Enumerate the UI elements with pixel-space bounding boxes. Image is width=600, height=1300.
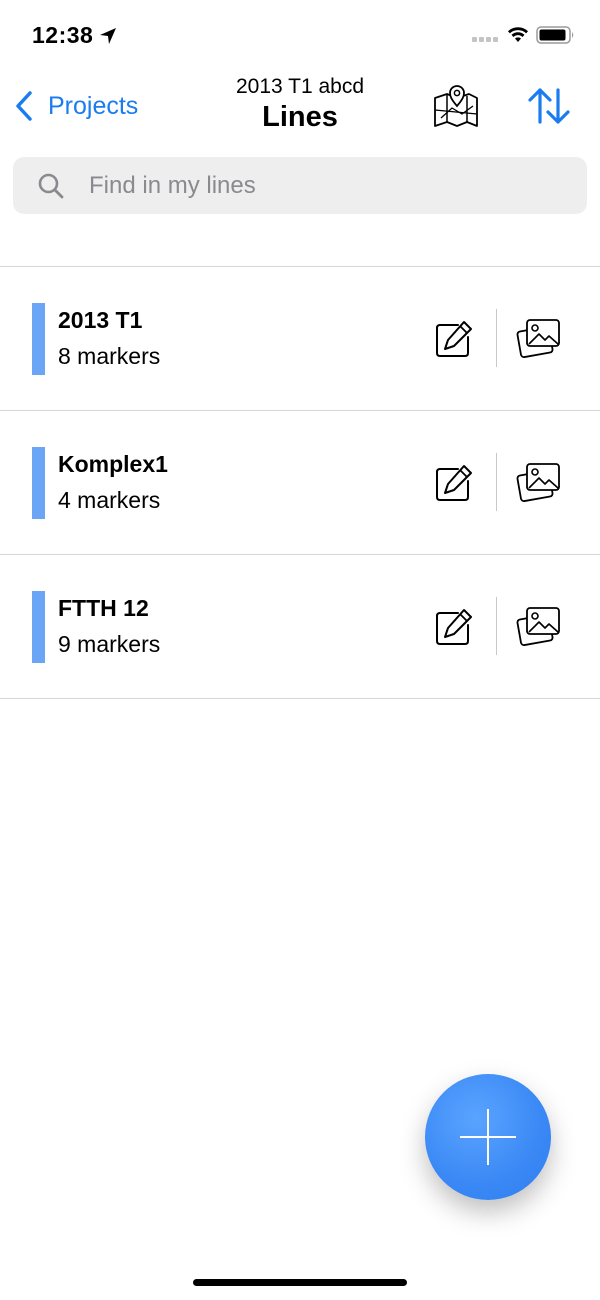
marker-count: 4 markers: [58, 487, 161, 513]
project-subtitle: 2013 T1 abcd: [235, 75, 365, 98]
add-line-button[interactable]: [425, 1074, 551, 1200]
sort-arrows-icon[interactable]: [526, 86, 572, 126]
line-color-indicator: [32, 591, 45, 663]
search-icon: [38, 173, 64, 198]
wifi-icon: [508, 27, 528, 42]
list-item[interactable]: 2013 T1 8 markers: [0, 267, 600, 411]
cellular-signal-icon: [472, 37, 498, 42]
row-divider: [496, 597, 497, 655]
plus-icon: [460, 1109, 516, 1165]
line-color-indicator: [32, 447, 45, 519]
line-name: Komplex1: [58, 451, 168, 477]
line-color-indicator: [32, 303, 45, 375]
edit-pencil-icon[interactable]: [434, 607, 474, 647]
list-item[interactable]: FTTH 12 9 markers: [0, 555, 600, 699]
status-time: 12:38: [32, 22, 94, 48]
search-input[interactable]: [89, 171, 569, 200]
photo-gallery-icon[interactable]: [515, 603, 563, 649]
edit-pencil-icon[interactable]: [434, 319, 474, 359]
lines-list: 2013 T1 8 markers Komplex1 4 markers FTT…: [0, 266, 600, 699]
list-item[interactable]: Komplex1 4 markers: [0, 411, 600, 555]
home-indicator: [193, 1279, 407, 1286]
battery-icon: [536, 26, 574, 44]
line-name: 2013 T1: [58, 307, 143, 333]
location-arrow-icon: [100, 28, 116, 44]
status-bar: 12:38: [0, 0, 600, 70]
row-divider: [496, 309, 497, 367]
photo-gallery-icon[interactable]: [515, 315, 563, 361]
marker-count: 9 markers: [58, 631, 161, 657]
photo-gallery-icon[interactable]: [515, 459, 563, 505]
edit-pencil-icon[interactable]: [434, 463, 474, 503]
search-field[interactable]: [13, 157, 587, 214]
marker-count: 8 markers: [58, 343, 161, 369]
map-pin-icon[interactable]: [432, 84, 480, 128]
line-name: FTTH 12: [58, 595, 149, 621]
row-divider: [496, 453, 497, 511]
page-title: Lines: [262, 101, 338, 133]
